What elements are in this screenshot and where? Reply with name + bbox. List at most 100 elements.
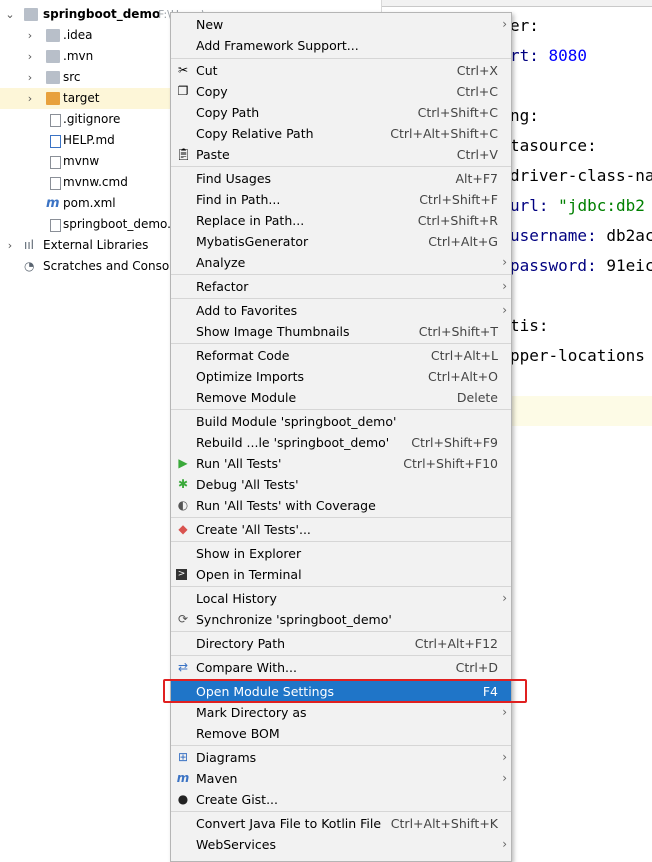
menu-item-shortcut: Ctrl+Alt+L [430, 348, 498, 363]
menu-separator [171, 517, 511, 518]
chevron-down-icon[interactable]: ⌄ [4, 4, 16, 25]
menu-item-remove-bom[interactable]: Remove BOM [171, 723, 511, 744]
menu-item-shortcut: Ctrl+D [455, 660, 498, 675]
menu-item-debug-all-tests[interactable]: ✱ Debug 'All Tests' [171, 474, 511, 495]
menu-item-mybatis-generator[interactable]: MybatisGenerator Ctrl+Alt+G [171, 231, 511, 252]
menu-item-shortcut: Ctrl+Alt+F12 [414, 636, 498, 651]
menu-item-open-in-terminal[interactable]: > Open in Terminal [171, 564, 511, 585]
menu-item-label: Synchronize 'springboot_demo' [196, 612, 392, 627]
menu-item-label: Remove BOM [196, 726, 280, 741]
menu-item-synchronize[interactable]: ⟳ Synchronize 'springboot_demo' [171, 609, 511, 630]
menu-item-convert-to-kotlin[interactable]: Convert Java File to Kotlin File Ctrl+Alt… [171, 813, 511, 834]
tree-item-label: mvnw.cmd [63, 175, 128, 189]
submenu-arrow-icon: › [502, 750, 507, 764]
menu-separator [171, 274, 511, 275]
menu-item-label: Local History [196, 591, 277, 606]
menu-item-label: New [196, 17, 224, 32]
menu-item-label: Mark Directory as [196, 705, 307, 720]
menu-item-diagrams[interactable]: ⊞ Diagrams › [171, 747, 511, 768]
menu-item-remove-module[interactable]: Remove Module Delete [171, 387, 511, 408]
menu-item-rebuild-module[interactable]: Rebuild ...le 'springboot_demo' Ctrl+Shif… [171, 432, 511, 453]
menu-item-find-usages[interactable]: Find Usages Alt+F7 [171, 168, 511, 189]
menu-item-label: Cut [196, 63, 218, 78]
menu-item-paste[interactable]: 📋︎ Paste Ctrl+V [171, 144, 511, 165]
menu-item-reformat-code[interactable]: Reformat Code Ctrl+Alt+L [171, 345, 511, 366]
code-line: tasource: [510, 136, 597, 155]
module-folder-icon [24, 8, 38, 21]
chevron-right-icon[interactable]: › [24, 46, 36, 67]
menu-item-mark-directory-as[interactable]: Mark Directory as › [171, 702, 511, 723]
menu-item-label: Copy [196, 84, 228, 99]
code-line: er: [510, 16, 539, 35]
menu-item-label: Find Usages [196, 171, 272, 186]
menu-item-label: Build Module 'springboot_demo' [196, 414, 397, 429]
code-key: password: [510, 256, 607, 275]
chevron-right-icon[interactable]: › [24, 88, 36, 109]
menu-item-create-all-tests[interactable]: ◆ Create 'All Tests'... [171, 519, 511, 540]
submenu-arrow-icon: › [502, 837, 507, 851]
code-key: rt: [510, 46, 549, 65]
menu-separator [171, 298, 511, 299]
code-line: ng: [510, 106, 539, 125]
menu-item-analyze[interactable]: Analyze › [171, 252, 511, 273]
menu-item-label: Directory Path [196, 636, 286, 651]
menu-item-optimize-imports[interactable]: Optimize Imports Ctrl+Alt+O [171, 366, 511, 387]
menu-item-label: Remove Module [196, 390, 297, 405]
menu-item-new[interactable]: New › [171, 14, 511, 35]
menu-item-label: Refactor [196, 279, 249, 294]
menu-item-build-module[interactable]: Build Module 'springboot_demo' [171, 411, 511, 432]
diagram-icon: ⊞ [177, 750, 189, 764]
menu-item-maven[interactable]: m Maven › [171, 768, 511, 789]
tree-item-label: HELP.md [63, 133, 115, 147]
chevron-right-icon[interactable]: › [4, 235, 16, 256]
menu-item-label: Debug 'All Tests' [196, 477, 299, 492]
chevron-right-icon[interactable]: › [24, 25, 36, 46]
chevron-right-icon[interactable]: › [24, 67, 36, 88]
tree-item-label: External Libraries [43, 238, 149, 252]
menu-item-find-in-path[interactable]: Find in Path... Ctrl+Shift+F [171, 189, 511, 210]
menu-item-shortcut: Ctrl+Alt+O [428, 369, 498, 384]
menu-item-cut[interactable]: ✂ Cut Ctrl+X [171, 60, 511, 81]
paste-icon: 📋︎ [176, 147, 192, 161]
maven-icon: m [176, 771, 190, 785]
code-key: url: [510, 196, 559, 215]
menu-separator [171, 166, 511, 167]
menu-item-create-gist[interactable]: ● Create Gist... [171, 789, 511, 810]
menu-item-webservices[interactable]: WebServices › [171, 834, 511, 855]
menu-item-label: Maven [196, 771, 238, 786]
menu-item-label: Find in Path... [196, 192, 281, 207]
tree-item-label: .mvn [63, 49, 94, 63]
submenu-arrow-icon: › [502, 771, 507, 785]
code-value: "jdbc:db2 [558, 196, 645, 215]
scratches-icon: ◔ [24, 259, 35, 273]
menu-item-label: Add Framework Support... [196, 38, 359, 53]
menu-item-directory-path[interactable]: Directory Path Ctrl+Alt+F12 [171, 633, 511, 654]
menu-item-add-framework-support[interactable]: Add Framework Support... [171, 35, 511, 56]
menu-item-show-in-explorer[interactable]: Show in Explorer [171, 543, 511, 564]
submenu-arrow-icon: › [502, 255, 507, 269]
menu-item-compare-with[interactable]: ⇄ Compare With... Ctrl+D [171, 657, 511, 678]
menu-item-run-all-tests[interactable]: ▶ Run 'All Tests' Ctrl+Shift+F10 [171, 453, 511, 474]
menu-item-run-with-coverage[interactable]: ◐ Run 'All Tests' with Coverage [171, 495, 511, 516]
menu-item-label: MybatisGenerator [196, 234, 309, 249]
menu-item-shortcut: Ctrl+V [456, 147, 498, 162]
menu-item-copy[interactable]: ❐ Copy Ctrl+C [171, 81, 511, 102]
menu-item-local-history[interactable]: Local History › [171, 588, 511, 609]
tree-item-label: target [63, 91, 100, 105]
menu-item-add-to-favorites[interactable]: Add to Favorites › [171, 300, 511, 321]
tree-item-label: pom.xml [63, 196, 116, 210]
menu-item-label: Run 'All Tests' with Coverage [196, 498, 376, 513]
debug-icon: ✱ [177, 477, 189, 491]
menu-item-label: Run 'All Tests' [196, 456, 282, 471]
menu-item-replace-in-path[interactable]: Replace in Path... Ctrl+Shift+R [171, 210, 511, 231]
annotation-highlight-box [163, 679, 527, 703]
menu-separator [171, 58, 511, 59]
menu-item-show-image-thumbnails[interactable]: Show Image Thumbnails Ctrl+Shift+T [171, 321, 511, 342]
menu-item-refactor[interactable]: Refactor › [171, 276, 511, 297]
code-value: db2ac [606, 226, 652, 245]
menu-item-copy-relative-path[interactable]: Copy Relative Path Ctrl+Alt+Shift+C [171, 123, 511, 144]
terminal-icon: > [176, 569, 187, 580]
menu-item-label: Rebuild ...le 'springboot_demo' [196, 435, 390, 450]
menu-item-copy-path[interactable]: Copy Path Ctrl+Shift+C [171, 102, 511, 123]
tree-item[interactable]: › target [0, 88, 170, 109]
